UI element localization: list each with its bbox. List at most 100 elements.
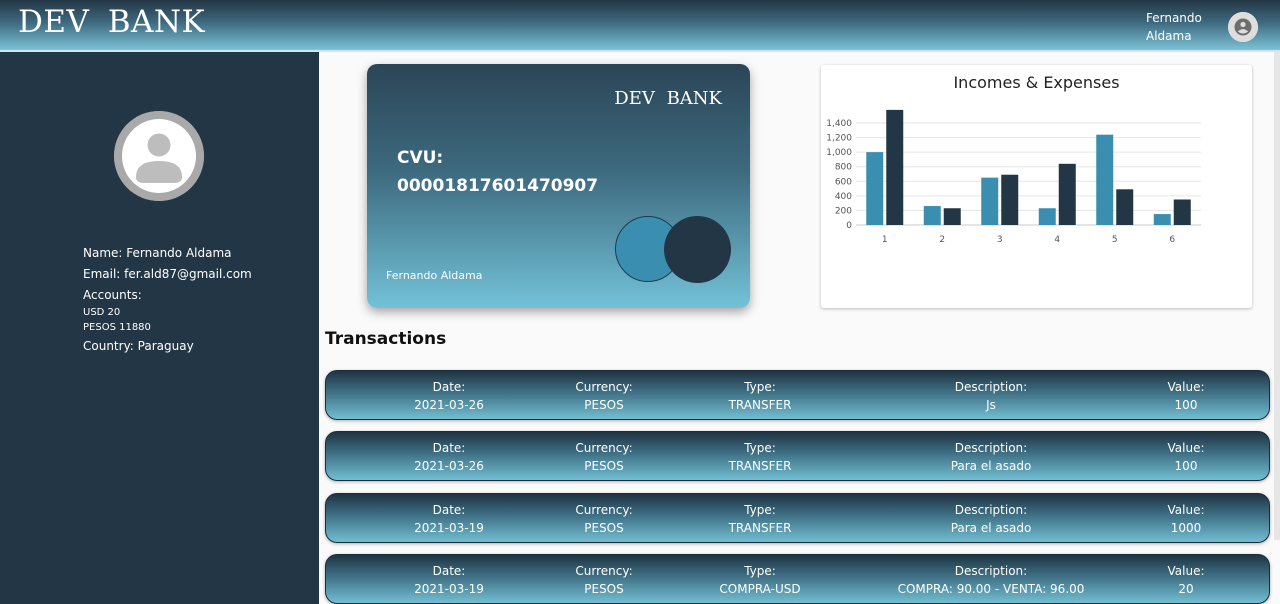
- chart-bar-series-2-cat-5[interactable]: [1116, 189, 1134, 225]
- transaction-row[interactable]: Date: 2021-03-26 Currency: PESOS Type: TRANSF…: [325, 370, 1270, 420]
- transaction-currency-cell: Currency: PESOS: [554, 562, 654, 598]
- chart-x-tick-label: 1: [882, 235, 888, 245]
- transaction-date-cell: Date: 2021-03-26: [399, 439, 499, 475]
- incomes-expenses-chart: Incomes & Expenses 0 200 400 600 800 1,000 1,2…: [821, 65, 1252, 308]
- chart-bar-series-1-cat-3[interactable]: [981, 177, 999, 225]
- transaction-value-cell: Value: 1000: [1136, 501, 1236, 537]
- card-circle-right: [664, 216, 731, 283]
- card-cvu-label: CVU:: [397, 148, 444, 168]
- transaction-currency-label: Currency:: [575, 564, 633, 578]
- transaction-type-cell: Type: TRANSFER: [700, 378, 820, 414]
- transaction-type-value: TRANSFER: [728, 398, 792, 412]
- transaction-currency-value: PESOS: [584, 459, 624, 473]
- chart-y-tick-label: 1,000: [826, 148, 852, 158]
- transaction-value-value: 20: [1178, 582, 1194, 596]
- chart-bar-series-2-cat-6[interactable]: [1173, 199, 1191, 226]
- transaction-row[interactable]: Date: 2021-03-19 Currency: PESOS Type: TRANSF…: [325, 493, 1270, 543]
- transaction-description-value: Para el asado: [950, 521, 1032, 535]
- app-header: DEV BANK Fernando Aldama: [0, 0, 1280, 52]
- transaction-date-value: 2021-03-19: [414, 521, 484, 535]
- card-cvu-number: 00001817601470907: [397, 176, 599, 196]
- transaction-date-cell: Date: 2021-03-26: [399, 378, 499, 414]
- transaction-value-value: 100: [1174, 398, 1198, 412]
- transaction-description-label: Description:: [954, 441, 1028, 455]
- transaction-value-cell: Value: 100: [1136, 439, 1236, 475]
- transaction-type-value: COMPRA-USD: [719, 582, 801, 596]
- transaction-date-label: Date:: [432, 441, 466, 455]
- transaction-currency-value: PESOS: [584, 398, 624, 412]
- transaction-date-label: Date:: [432, 564, 466, 578]
- chart-bar-series-1-cat-1[interactable]: [866, 152, 884, 225]
- transaction-description-cell: Description: Js: [881, 378, 1101, 414]
- transaction-description-value: Para el asado: [950, 459, 1032, 473]
- chart-bar-series-1-cat-6[interactable]: [1153, 214, 1171, 225]
- profile-sidebar: Name: Fernando Aldama Email: fer.ald87@g…: [0, 52, 319, 604]
- transaction-value-label: Value:: [1167, 441, 1205, 455]
- chart-x-tick-label: 6: [1169, 235, 1175, 245]
- transaction-value-label: Value:: [1167, 380, 1205, 394]
- transaction-type-cell: Type: COMPRA-USD: [700, 562, 820, 598]
- header-user-name[interactable]: Fernando Aldama: [1146, 9, 1218, 45]
- profile-accounts-label: Accounts:: [83, 288, 142, 302]
- chart-x-tick-label: 3: [997, 235, 1003, 245]
- transaction-currency-label: Currency:: [575, 441, 633, 455]
- transaction-value-value: 100: [1174, 459, 1198, 473]
- transaction-type-label: Type:: [744, 564, 776, 578]
- transaction-date-label: Date:: [432, 503, 466, 517]
- chart-y-tick-label: 600: [835, 177, 852, 187]
- transaction-currency-cell: Currency: PESOS: [554, 439, 654, 475]
- profile-country: Country: Paraguay: [83, 339, 194, 353]
- transaction-currency-value: PESOS: [584, 521, 624, 535]
- transaction-description-cell: Description: Para el asado: [881, 501, 1101, 537]
- transaction-type-label: Type:: [744, 441, 776, 455]
- transaction-value-label: Value:: [1167, 503, 1205, 517]
- chart-bar-series-2-cat-2[interactable]: [943, 208, 961, 225]
- header-user-first-name: Fernando: [1146, 11, 1202, 25]
- transaction-currency-cell: Currency: PESOS: [554, 378, 654, 414]
- chart-bar-series-1-cat-5[interactable]: [1096, 134, 1114, 225]
- transaction-type-cell: Type: TRANSFER: [700, 501, 820, 537]
- transaction-date-label: Date:: [432, 380, 466, 394]
- chart-plot: 0 200 400 600 800 1,000 1,200 1,400 1 2 3 4 5 6: [826, 109, 1201, 245]
- transaction-type-label: Type:: [744, 380, 776, 394]
- chart-y-tick-label: 1,400: [826, 119, 852, 129]
- transaction-value-value: 1000: [1170, 521, 1202, 535]
- chart-bar-series-1-cat-2[interactable]: [923, 206, 941, 225]
- transaction-description-label: Description:: [954, 380, 1028, 394]
- transaction-date-value: 2021-03-26: [414, 398, 484, 412]
- transaction-date-value: 2021-03-19: [414, 582, 484, 596]
- chart-y-tick-label: 200: [835, 206, 852, 216]
- profile-account-pesos: PESOS 11880: [83, 322, 151, 333]
- chart-x-tick-label: 5: [1112, 235, 1118, 245]
- transaction-description-label: Description:: [954, 503, 1028, 517]
- transaction-type-cell: Type: TRANSFER: [700, 439, 820, 475]
- chart-bar-series-2-cat-1[interactable]: [886, 109, 904, 225]
- transaction-description-cell: Description: Para el asado: [881, 439, 1101, 475]
- transaction-row[interactable]: Date: 2021-03-26 Currency: PESOS Type: TRANSF…: [325, 431, 1270, 481]
- profile-email: Email: fer.ald87@gmail.com: [83, 267, 252, 281]
- header-user-last-name: Aldama: [1146, 29, 1192, 43]
- chart-y-tick-label: 0: [846, 221, 852, 231]
- chart-y-tick-label: 1,200: [826, 134, 852, 144]
- transaction-currency-value: PESOS: [584, 582, 624, 596]
- app-logo[interactable]: DEV BANK: [18, 4, 205, 40]
- transaction-currency-label: Currency:: [575, 380, 633, 394]
- transaction-date-cell: Date: 2021-03-19: [399, 562, 499, 598]
- page-scrollbar[interactable]: [1274, 52, 1280, 540]
- transaction-currency-cell: Currency: PESOS: [554, 501, 654, 537]
- chart-x-tick-label: 2: [939, 235, 945, 245]
- transaction-date-cell: Date: 2021-03-19: [399, 501, 499, 537]
- transaction-value-label: Value:: [1167, 564, 1205, 578]
- card-holder-name: Fernando Aldama: [386, 269, 483, 282]
- transaction-row[interactable]: Date: 2021-03-19 Currency: PESOS Type: COMPRA…: [325, 554, 1270, 604]
- chart-bar-series-1-cat-4[interactable]: [1038, 208, 1056, 225]
- transaction-date-value: 2021-03-26: [414, 459, 484, 473]
- chart-y-tick-label: 400: [835, 192, 852, 202]
- transaction-value-cell: Value: 20: [1136, 562, 1236, 598]
- transaction-description-cell: Description: COMPRA: 90.00 - VENTA: 96.00: [881, 562, 1101, 598]
- chart-x-tick-label: 4: [1054, 235, 1060, 245]
- account-circle-icon[interactable]: [1228, 12, 1258, 42]
- chart-bar-series-2-cat-3[interactable]: [1001, 174, 1019, 225]
- transaction-type-value: TRANSFER: [728, 459, 792, 473]
- chart-bar-series-2-cat-4[interactable]: [1058, 163, 1076, 225]
